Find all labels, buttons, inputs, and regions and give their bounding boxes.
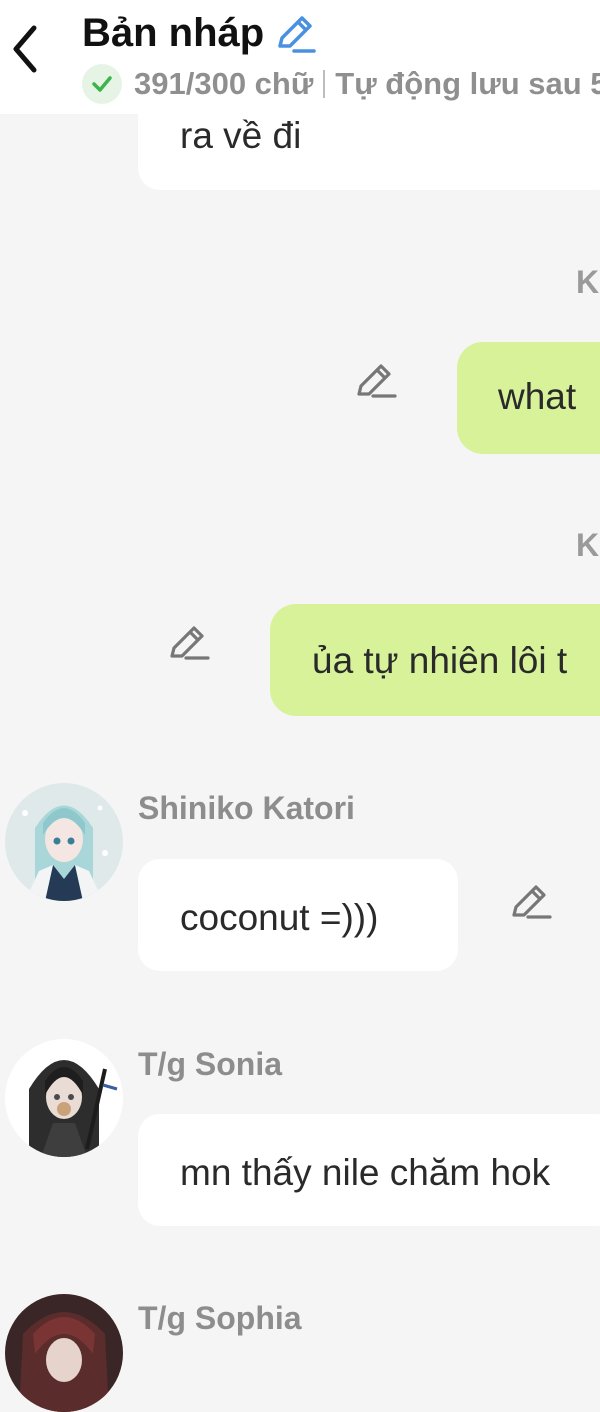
avatar[interactable] — [5, 1294, 123, 1412]
sender-name: Shiniko Katori — [138, 790, 355, 826]
pencil-icon[interactable] — [168, 620, 212, 664]
back-button[interactable] — [0, 14, 50, 84]
pencil-icon[interactable] — [355, 358, 399, 402]
message-bubble[interactable]: coconut =))) — [138, 859, 458, 971]
message-bubble[interactable]: ủa tự nhiên lôi t — [270, 604, 600, 716]
edit-title-button[interactable] — [272, 10, 318, 56]
sender-name: T/g Sonia — [138, 1046, 282, 1082]
pencil-icon — [278, 16, 316, 53]
avatar[interactable] — [5, 783, 123, 901]
message-bubble[interactable]: mn thấy nile chăm hok — [138, 1114, 600, 1226]
sender-name: T/g Sophia — [138, 1300, 302, 1336]
page-title: Bản nháp — [82, 10, 265, 55]
chevron-left-icon — [13, 25, 37, 73]
char-count: 391/300 chữ — [134, 66, 314, 101]
message-text: mn thấy nile chăm hok — [180, 1152, 551, 1193]
avatar[interactable] — [5, 1039, 123, 1157]
message-text: coconut =))) — [180, 897, 379, 938]
check-icon — [92, 76, 112, 92]
message-bubble[interactable]: what — [457, 342, 600, 454]
draft-header: Bản nháp 391/300 chữ Tự động lưu sau 5 — [0, 0, 600, 114]
check-badge — [82, 64, 122, 104]
pencil-icon[interactable] — [510, 879, 554, 923]
message-text: what — [498, 376, 577, 417]
message-text: ra về đi — [180, 115, 302, 156]
autosave-text: Tự động lưu sau 5 — [335, 66, 600, 101]
message-text: ủa tự nhiên lôi t — [312, 640, 568, 681]
save-status: 391/300 chữ Tự động lưu sau 5 — [82, 64, 600, 104]
title-row: Bản nháp — [82, 10, 318, 56]
sender-initial: K — [576, 527, 600, 563]
sender-initial: K — [576, 264, 600, 300]
status-divider — [323, 70, 326, 98]
